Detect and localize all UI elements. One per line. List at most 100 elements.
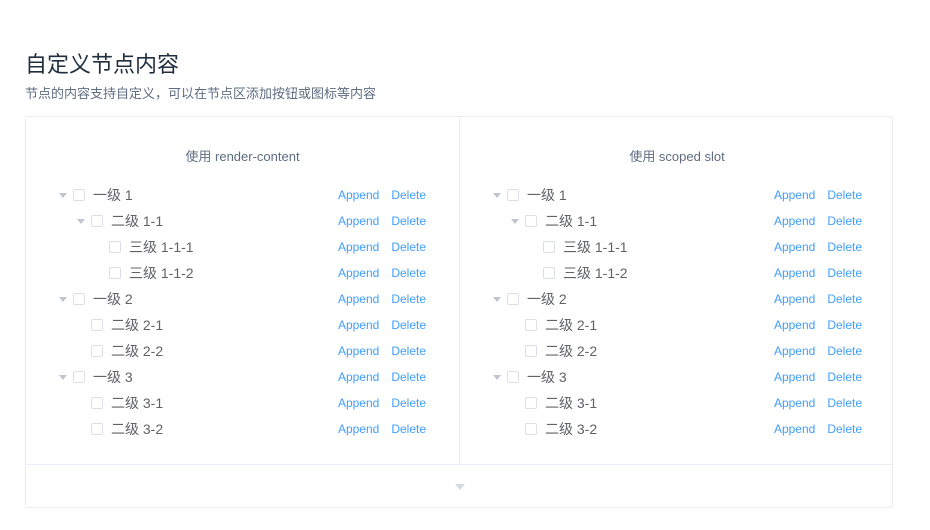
tree-node[interactable]: 一级 3 Append Delete bbox=[460, 364, 894, 390]
node-checkbox[interactable] bbox=[525, 423, 537, 435]
delete-link[interactable]: Delete bbox=[827, 240, 862, 254]
node-checkbox[interactable] bbox=[91, 215, 103, 227]
tree-node[interactable]: 二级 1-1 Append Delete bbox=[460, 208, 894, 234]
node-checkbox[interactable] bbox=[91, 345, 103, 357]
node-actions: Append Delete bbox=[774, 286, 862, 312]
node-checkbox[interactable] bbox=[91, 397, 103, 409]
delete-link[interactable]: Delete bbox=[827, 292, 862, 306]
append-link[interactable]: Append bbox=[774, 214, 815, 228]
delete-link[interactable]: Delete bbox=[827, 318, 862, 332]
caret-down-icon bbox=[77, 349, 85, 354]
node-checkbox[interactable] bbox=[73, 189, 85, 201]
caret-down-icon[interactable] bbox=[493, 374, 501, 380]
caret-down-icon[interactable] bbox=[77, 218, 85, 224]
delete-link[interactable]: Delete bbox=[827, 214, 862, 228]
demo-control-bar[interactable] bbox=[26, 464, 892, 507]
node-checkbox[interactable] bbox=[507, 371, 519, 383]
caret-down-icon[interactable] bbox=[511, 218, 519, 224]
tree-node[interactable]: 一级 1 Append Delete bbox=[460, 182, 894, 208]
delete-link[interactable]: Delete bbox=[391, 396, 426, 410]
node-label: 一级 1 bbox=[527, 187, 567, 203]
append-link[interactable]: Append bbox=[774, 344, 815, 358]
tree-node[interactable]: 二级 3-1 Append Delete bbox=[460, 390, 894, 416]
node-checkbox[interactable] bbox=[73, 371, 85, 383]
tree-node[interactable]: 三级 1-1-1 Append Delete bbox=[26, 234, 459, 260]
delete-link[interactable]: Delete bbox=[391, 240, 426, 254]
node-checkbox[interactable] bbox=[91, 423, 103, 435]
delete-link[interactable]: Delete bbox=[391, 188, 426, 202]
delete-link[interactable]: Delete bbox=[827, 422, 862, 436]
append-link[interactable]: Append bbox=[338, 344, 379, 358]
node-checkbox[interactable] bbox=[525, 397, 537, 409]
node-checkbox[interactable] bbox=[525, 345, 537, 357]
tree-node[interactable]: 二级 2-1 Append Delete bbox=[460, 312, 894, 338]
node-actions: Append Delete bbox=[774, 364, 862, 390]
delete-link[interactable]: Delete bbox=[827, 266, 862, 280]
node-actions: Append Delete bbox=[338, 208, 426, 234]
tree-node[interactable]: 三级 1-1-2 Append Delete bbox=[460, 260, 894, 286]
append-link[interactable]: Append bbox=[338, 370, 379, 384]
tree-node[interactable]: 一级 1 Append Delete bbox=[26, 182, 459, 208]
node-checkbox[interactable] bbox=[109, 267, 121, 279]
caret-down-icon[interactable] bbox=[493, 296, 501, 302]
node-checkbox[interactable] bbox=[525, 319, 537, 331]
delete-link[interactable]: Delete bbox=[391, 266, 426, 280]
tree-node[interactable]: 一级 2 Append Delete bbox=[26, 286, 459, 312]
append-link[interactable]: Append bbox=[774, 370, 815, 384]
node-checkbox[interactable] bbox=[109, 241, 121, 253]
node-checkbox[interactable] bbox=[507, 293, 519, 305]
delete-link[interactable]: Delete bbox=[827, 396, 862, 410]
tree-node[interactable]: 二级 3-2 Append Delete bbox=[26, 416, 459, 442]
append-link[interactable]: Append bbox=[774, 396, 815, 410]
append-link[interactable]: Append bbox=[774, 422, 815, 436]
caret-down-icon[interactable] bbox=[59, 296, 67, 302]
delete-link[interactable]: Delete bbox=[391, 344, 426, 358]
append-link[interactable]: Append bbox=[774, 188, 815, 202]
delete-link[interactable]: Delete bbox=[391, 318, 426, 332]
tree-node[interactable]: 三级 1-1-1 Append Delete bbox=[460, 234, 894, 260]
caret-down-icon[interactable] bbox=[455, 484, 465, 490]
node-checkbox[interactable] bbox=[543, 267, 555, 279]
delete-link[interactable]: Delete bbox=[391, 422, 426, 436]
delete-link[interactable]: Delete bbox=[827, 370, 862, 384]
page-title: 自定义节点内容 bbox=[25, 51, 180, 77]
tree-node[interactable]: 二级 3-1 Append Delete bbox=[26, 390, 459, 416]
tree-node[interactable]: 二级 2-1 Append Delete bbox=[26, 312, 459, 338]
node-checkbox[interactable] bbox=[73, 293, 85, 305]
delete-link[interactable]: Delete bbox=[827, 188, 862, 202]
delete-link[interactable]: Delete bbox=[391, 214, 426, 228]
append-link[interactable]: Append bbox=[338, 188, 379, 202]
node-checkbox[interactable] bbox=[543, 241, 555, 253]
caret-down-icon[interactable] bbox=[493, 192, 501, 198]
append-link[interactable]: Append bbox=[774, 318, 815, 332]
append-link[interactable]: Append bbox=[774, 240, 815, 254]
append-link[interactable]: Append bbox=[774, 266, 815, 280]
delete-link[interactable]: Delete bbox=[391, 292, 426, 306]
append-link[interactable]: Append bbox=[338, 318, 379, 332]
node-actions: Append Delete bbox=[774, 312, 862, 338]
append-link[interactable]: Append bbox=[338, 240, 379, 254]
caret-down-icon[interactable] bbox=[59, 192, 67, 198]
append-link[interactable]: Append bbox=[774, 292, 815, 306]
tree-node[interactable]: 二级 3-2 Append Delete bbox=[460, 416, 894, 442]
append-link[interactable]: Append bbox=[338, 396, 379, 410]
node-checkbox[interactable] bbox=[507, 189, 519, 201]
tree-node[interactable]: 一级 3 Append Delete bbox=[26, 364, 459, 390]
tree-node[interactable]: 一级 2 Append Delete bbox=[460, 286, 894, 312]
append-link[interactable]: Append bbox=[338, 266, 379, 280]
append-link[interactable]: Append bbox=[338, 292, 379, 306]
node-actions: Append Delete bbox=[338, 416, 426, 442]
delete-link[interactable]: Delete bbox=[391, 370, 426, 384]
caret-down-icon[interactable] bbox=[59, 374, 67, 380]
tree-node[interactable]: 二级 2-2 Append Delete bbox=[26, 338, 459, 364]
tree-node[interactable]: 二级 2-2 Append Delete bbox=[460, 338, 894, 364]
append-link[interactable]: Append bbox=[338, 214, 379, 228]
node-checkbox[interactable] bbox=[91, 319, 103, 331]
append-link[interactable]: Append bbox=[338, 422, 379, 436]
caret-down-icon bbox=[511, 401, 519, 406]
node-checkbox[interactable] bbox=[525, 215, 537, 227]
tree-node[interactable]: 二级 1-1 Append Delete bbox=[26, 208, 459, 234]
node-label: 一级 1 bbox=[93, 187, 133, 203]
delete-link[interactable]: Delete bbox=[827, 344, 862, 358]
tree-node[interactable]: 三级 1-1-2 Append Delete bbox=[26, 260, 459, 286]
